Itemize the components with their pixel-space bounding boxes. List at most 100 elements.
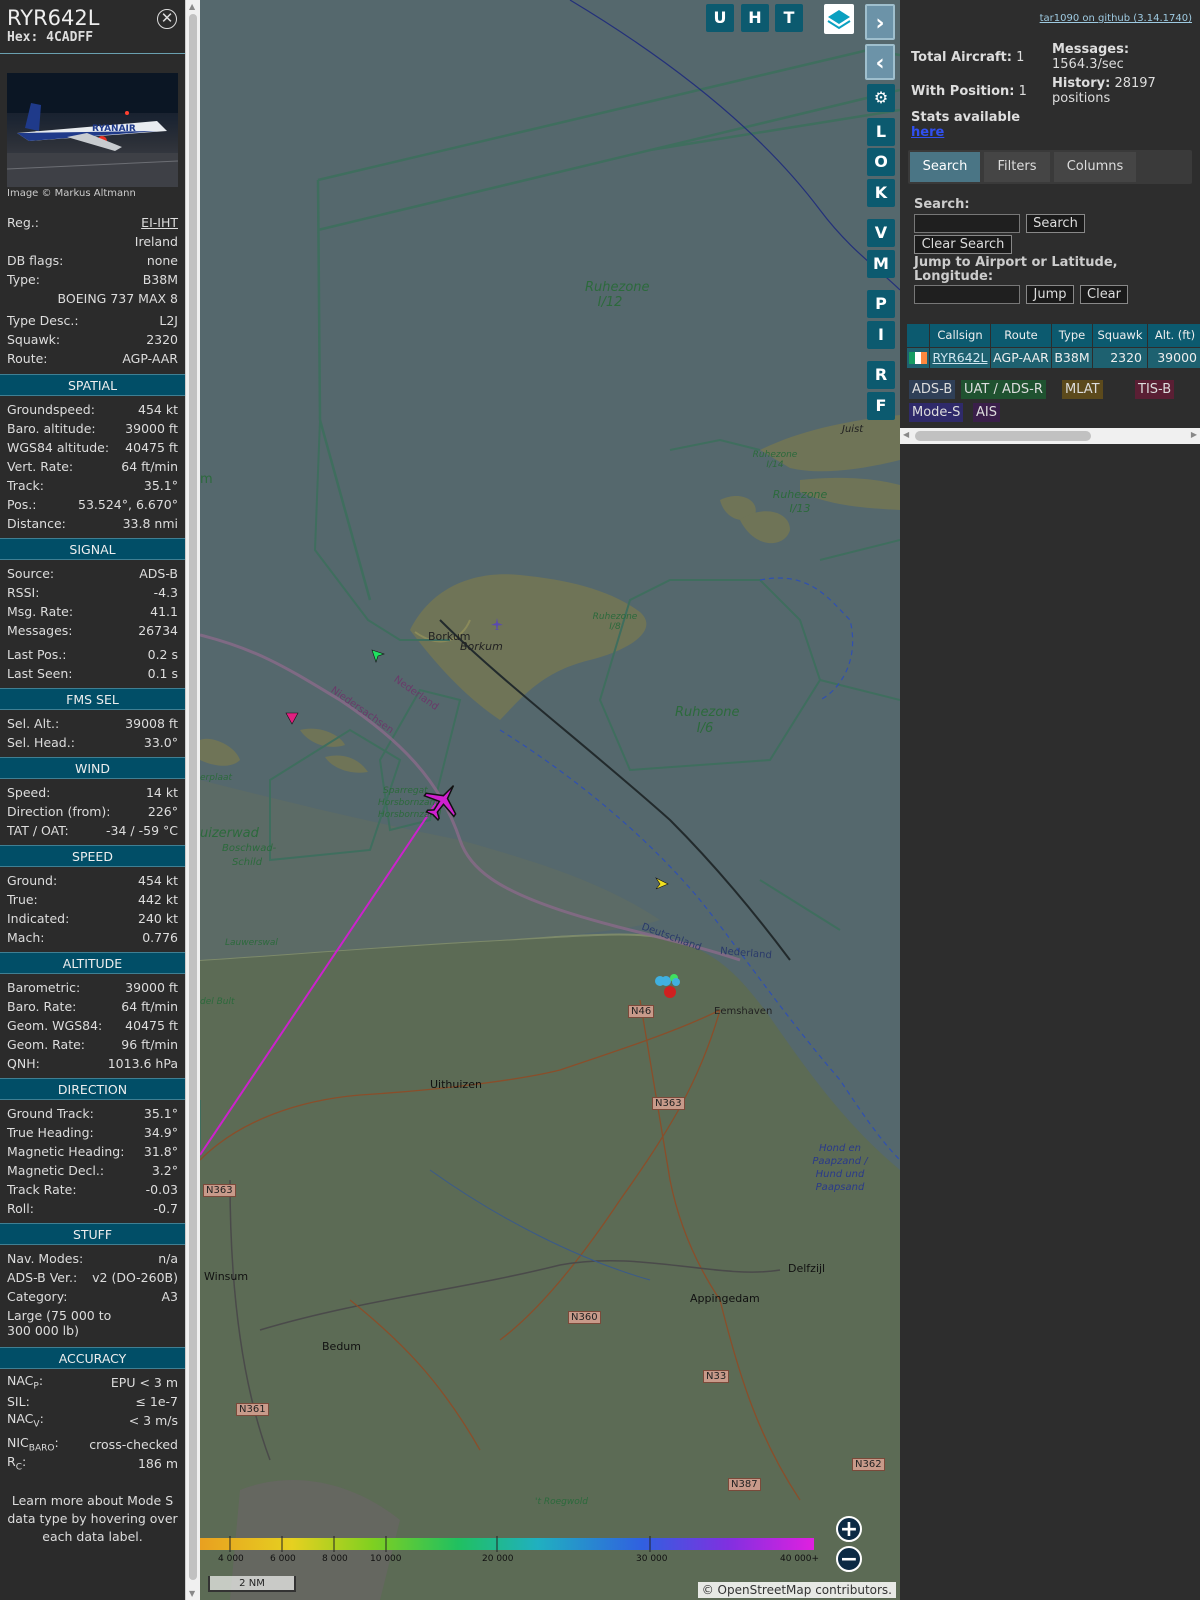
sidebar-scrollbar[interactable]: ▲ ▼: [185, 0, 200, 1600]
map-button-h[interactable]: H: [741, 4, 769, 32]
detail-label[interactable]: Magnetic Heading:: [7, 1144, 124, 1159]
map-button-k[interactable]: K: [867, 179, 895, 207]
map-button-m[interactable]: M: [867, 250, 895, 278]
detail-label[interactable]: Messages:: [7, 623, 73, 638]
detail-label[interactable]: Direction (from):: [7, 804, 111, 819]
row-type[interactable]: B38M: [1052, 348, 1092, 368]
aircraft-marker-icon-pink[interactable]: [284, 710, 300, 726]
detail-label[interactable]: NACP:: [7, 1373, 43, 1392]
ground-vehicle-markers[interactable]: [654, 970, 686, 1002]
detail-label[interactable]: True:: [7, 892, 38, 907]
aircraft-marker-icon-green[interactable]: [370, 648, 386, 664]
detail-label[interactable]: Pos.:: [7, 497, 36, 512]
map-button-u[interactable]: U: [706, 4, 734, 32]
jump-button[interactable]: Jump: [1026, 285, 1074, 304]
map-button-f[interactable]: F: [867, 392, 895, 420]
detail-label[interactable]: Ground:: [7, 873, 57, 888]
col-altitude[interactable]: Alt. (ft): [1148, 324, 1200, 347]
detail-label[interactable]: Groundspeed:: [7, 402, 95, 417]
layers-icon[interactable]: [824, 4, 854, 34]
clear-button[interactable]: Clear: [1080, 285, 1128, 304]
detail-label[interactable]: Track:: [7, 478, 44, 493]
selected-aircraft-icon[interactable]: [420, 780, 464, 824]
detail-label[interactable]: Source:: [7, 566, 54, 581]
stats-link[interactable]: here: [911, 125, 944, 140]
detail-label[interactable]: Geom. Rate:: [7, 1037, 85, 1052]
row-route[interactable]: AGP-AAR: [991, 348, 1051, 368]
section-header-speed[interactable]: SPEED: [0, 845, 185, 867]
col-route[interactable]: Route: [991, 324, 1051, 347]
clear-search-button[interactable]: Clear Search: [914, 235, 1012, 254]
github-link[interactable]: tar1090 on github (3.14.1740): [1040, 13, 1192, 24]
aircraft-photo[interactable]: RYANAIR: [7, 73, 178, 187]
detail-label[interactable]: Distance:: [7, 516, 66, 531]
detail-label[interactable]: Indicated:: [7, 911, 69, 926]
detail-label[interactable]: RC:: [7, 1454, 26, 1473]
chevron-right-icon[interactable]: ›: [865, 4, 895, 40]
col-callsign[interactable]: Callsign: [930, 324, 990, 347]
detail-label[interactable]: Msg. Rate:: [7, 604, 73, 619]
map-button-p[interactable]: P: [867, 290, 895, 318]
detail-label[interactable]: Sel. Alt.:: [7, 716, 59, 731]
section-header-spatial[interactable]: SPATIAL: [0, 374, 185, 396]
close-icon[interactable]: ✕: [157, 9, 177, 29]
col-squawk[interactable]: Squawk: [1093, 324, 1147, 347]
detail-label[interactable]: Nav. Modes:: [7, 1251, 83, 1266]
search-input[interactable]: [914, 214, 1020, 233]
detail-label[interactable]: NICBARO:: [7, 1435, 59, 1454]
row-altitude[interactable]: 39000: [1148, 348, 1200, 368]
detail-label[interactable]: Ground Track:: [7, 1106, 94, 1121]
detail-label[interactable]: Roll:: [7, 1201, 34, 1216]
horizontal-scrollbar[interactable]: ◀ ▶: [900, 428, 1200, 444]
map-button-o[interactable]: O: [867, 148, 895, 176]
row-callsign[interactable]: RYR642L: [930, 348, 990, 368]
map-button-r[interactable]: R: [867, 361, 895, 389]
detail-label[interactable]: Sel. Head.:: [7, 735, 75, 750]
detail-label[interactable]: Mach:: [7, 930, 44, 945]
detail-label[interactable]: Barometric:: [7, 980, 80, 995]
detail-label[interactable]: Speed:: [7, 785, 50, 800]
section-header-altitude[interactable]: ALTITUDE: [0, 952, 185, 974]
section-header-accuracy[interactable]: ACCURACY: [0, 1347, 185, 1369]
map-button-t[interactable]: T: [775, 4, 803, 32]
map-button-i[interactable]: I: [867, 321, 895, 349]
tab-columns[interactable]: Columns: [1054, 152, 1136, 182]
detail-label[interactable]: Geom. WGS84:: [7, 1018, 102, 1033]
jump-input[interactable]: [914, 285, 1020, 304]
map-button-v[interactable]: V: [867, 219, 895, 247]
zoom-in-icon[interactable]: +: [836, 1516, 862, 1542]
section-header-direction[interactable]: DIRECTION: [0, 1078, 185, 1100]
detail-label[interactable]: SIL:: [7, 1394, 30, 1409]
detail-label[interactable]: Last Seen:: [7, 666, 72, 681]
settings-gear-icon[interactable]: ⚙: [867, 84, 895, 112]
info-value[interactable]: EI-IHT: [141, 215, 178, 230]
map-view[interactable]: Ruhezone I/12 Ruhezone I/6 Ruhezone I/13…: [200, 0, 900, 1600]
detail-label[interactable]: Track Rate:: [7, 1182, 77, 1197]
tab-search[interactable]: Search: [910, 152, 980, 182]
detail-label[interactable]: WGS84 altitude:: [7, 440, 109, 455]
detail-label[interactable]: TAT / OAT:: [7, 823, 69, 838]
tab-filters[interactable]: Filters: [984, 152, 1050, 182]
detail-label[interactable]: RSSI:: [7, 585, 39, 600]
detail-label[interactable]: Category:: [7, 1289, 67, 1304]
detail-label[interactable]: Baro. Rate:: [7, 999, 76, 1014]
search-button[interactable]: Search: [1026, 214, 1085, 233]
aircraft-marker-icon-yellow[interactable]: [654, 876, 670, 892]
col-type[interactable]: Type: [1052, 324, 1092, 347]
detail-label[interactable]: ADS-B Ver.:: [7, 1270, 77, 1285]
osm-link[interactable]: OpenStreetMap: [718, 1583, 812, 1597]
section-header-fms-sel[interactable]: FMS SEL: [0, 688, 185, 710]
map-button-l[interactable]: L: [867, 118, 895, 146]
detail-label[interactable]: True Heading:: [7, 1125, 94, 1140]
detail-label[interactable]: NACV:: [7, 1411, 44, 1430]
detail-label[interactable]: Vert. Rate:: [7, 459, 73, 474]
section-header-stuff[interactable]: STUFF: [0, 1223, 185, 1245]
detail-label[interactable]: Last Pos.:: [7, 647, 66, 662]
section-header-wind[interactable]: WIND: [0, 757, 185, 779]
detail-label[interactable]: QNH:: [7, 1056, 40, 1071]
row-squawk[interactable]: 2320: [1093, 348, 1147, 368]
chevron-left-icon[interactable]: ‹: [865, 44, 895, 80]
section-header-signal[interactable]: SIGNAL: [0, 538, 185, 560]
detail-label[interactable]: Magnetic Decl.:: [7, 1163, 104, 1178]
detail-label[interactable]: Baro. altitude:: [7, 421, 96, 436]
